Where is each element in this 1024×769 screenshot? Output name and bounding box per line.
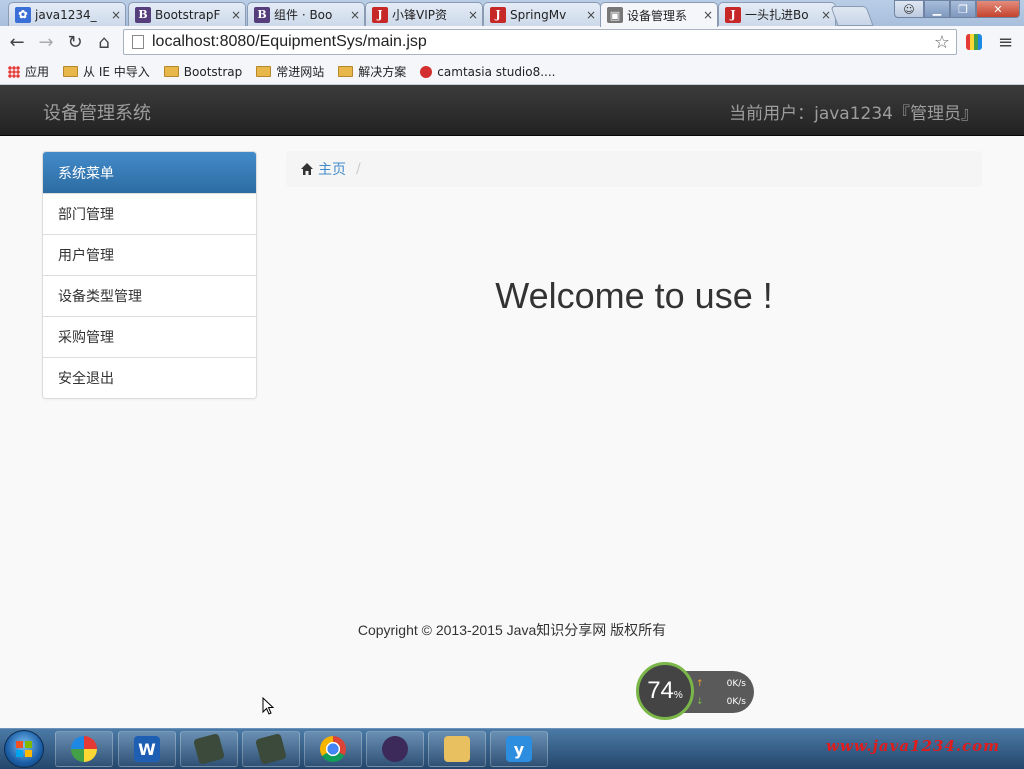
back-arrow-icon[interactable]: ←: [6, 31, 28, 53]
brand[interactable]: 设备管理系统: [43, 99, 151, 125]
breadcrumb: 主页 /: [286, 151, 982, 187]
task-word[interactable]: W: [118, 731, 176, 767]
maximize-button[interactable]: ❐: [950, 0, 976, 18]
chrome-icon: [320, 736, 346, 762]
word-icon: W: [134, 736, 160, 762]
watermark: www.java1234.com: [826, 737, 1001, 755]
page-icon: ▣: [607, 7, 623, 23]
address-bar[interactable]: ☆: [123, 29, 957, 55]
user-icon[interactable]: ☺: [894, 0, 924, 18]
tab-strip: ✿ java1234_ × B BootstrapF × B 组件 · Boo × J 小锋V…: [0, 0, 1024, 27]
minimize-button[interactable]: ▁: [924, 0, 950, 18]
apps-icon: [8, 65, 20, 78]
folder-icon: [63, 66, 79, 77]
sidebar-item-logout[interactable]: 安全退出: [43, 357, 256, 398]
tab-6[interactable]: J 一头扎进Bo ×: [718, 2, 836, 26]
start-button[interactable]: [4, 730, 44, 768]
home-icon[interactable]: ⌂: [93, 31, 115, 53]
mouse-cursor-icon: [262, 697, 274, 715]
bootstrap-icon: B: [254, 6, 270, 23]
bookmark-apps[interactable]: 应用: [8, 63, 55, 80]
breadcrumb-home[interactable]: 主页: [318, 159, 346, 179]
tab-1[interactable]: B BootstrapF ×: [128, 2, 246, 26]
tab-4[interactable]: J SpringMv ×: [483, 2, 601, 26]
star-icon[interactable]: ☆: [934, 32, 950, 53]
j-icon: J: [372, 6, 388, 23]
close-icon[interactable]: ×: [231, 8, 241, 22]
download-arrow-icon: ↓: [696, 697, 704, 707]
welcome-heading: Welcome to use !: [495, 275, 773, 316]
network-speed-widget[interactable]: 74% ↑ 0K/s ↓ 0K/s: [636, 662, 756, 720]
forward-arrow-icon[interactable]: →: [35, 31, 57, 53]
bookmark-solutions[interactable]: 解决方案: [338, 63, 412, 80]
folder-icon: [256, 66, 272, 77]
j-icon: J: [725, 6, 741, 23]
task-explorer[interactable]: [428, 731, 486, 767]
close-icon[interactable]: ×: [468, 8, 478, 22]
cpu-gauge: 74%: [636, 662, 694, 720]
bookmarks-bar: 应用 从 IE 中导入 Bootstrap 常进网站 解决方案 camtasia…: [0, 59, 1024, 85]
sidebar-item-purchasing[interactable]: 采购管理: [43, 316, 256, 357]
top-navbar: 设备管理系统 当前用户：java1234『管理员』: [0, 85, 1024, 136]
close-icon[interactable]: ×: [703, 8, 713, 22]
bookmark-camtasia[interactable]: camtasia studio8....: [420, 65, 561, 79]
app-window-icon: [255, 733, 287, 765]
pinwheel-icon: [71, 736, 97, 762]
camtasia-icon: [420, 65, 433, 78]
upload-arrow-icon: ↑: [696, 679, 704, 689]
folder-icon: [163, 66, 179, 77]
tab-5[interactable]: ▣ 设备管理系 ×: [600, 2, 718, 27]
browser-toolbar: ← → ↻ ⌂ ☆ ≡: [0, 26, 1024, 60]
sidebar-menu: 系统菜单 部门管理 用户管理 设备类型管理 采购管理 安全退出: [42, 151, 257, 399]
page-icon: [132, 35, 144, 49]
tab-3[interactable]: J 小锋VIP资 ×: [365, 2, 483, 26]
new-tab-button[interactable]: [830, 6, 874, 26]
eclipse-icon: [382, 736, 408, 762]
task-app-b[interactable]: [242, 731, 300, 767]
menu-icon[interactable]: ≡: [998, 32, 1013, 53]
page-content: 设备管理系统 当前用户：java1234『管理员』 系统菜单 部门管理 用户管理…: [0, 85, 1024, 728]
close-window-button[interactable]: ✕: [976, 0, 1020, 18]
breadcrumb-separator: /: [356, 161, 361, 177]
paw-icon: ✿: [15, 6, 31, 23]
sidebar-item-department[interactable]: 部门管理: [43, 193, 256, 234]
sidebar-item-equipment-types[interactable]: 设备类型管理: [43, 275, 256, 316]
window-controls: ☺ ▁ ❐ ✕: [894, 0, 1020, 18]
footer-copyright: Copyright © 2013-2015 Java知识分享网 版权所有: [357, 622, 667, 638]
reload-icon[interactable]: ↻: [64, 31, 86, 53]
close-icon[interactable]: ×: [821, 8, 831, 22]
sidebar-item-users[interactable]: 用户管理: [43, 234, 256, 275]
task-app-a[interactable]: [180, 731, 238, 767]
close-icon[interactable]: ×: [586, 8, 596, 22]
taskbar: W y www.java1234.com: [0, 728, 1024, 769]
app-y-icon: y: [506, 736, 532, 762]
home-icon: [301, 163, 313, 175]
folder-icon: [444, 736, 470, 762]
task-pinwheel[interactable]: [55, 731, 113, 767]
sidebar-title: 系统菜单: [43, 152, 256, 193]
folder-icon: [338, 66, 354, 77]
close-icon[interactable]: ×: [111, 8, 121, 22]
task-eclipse[interactable]: [366, 731, 424, 767]
task-yinxiang[interactable]: y: [490, 731, 548, 767]
bootstrap-icon: B: [135, 6, 151, 23]
close-icon[interactable]: ×: [350, 8, 360, 22]
windows-logo-icon: [16, 741, 32, 757]
j-icon: J: [490, 6, 506, 23]
bookmark-ie-import[interactable]: 从 IE 中导入: [63, 63, 156, 80]
task-chrome[interactable]: [304, 731, 362, 767]
app-window-icon: [193, 733, 225, 765]
address-input[interactable]: [150, 32, 934, 52]
tab-2[interactable]: B 组件 · Boo ×: [247, 2, 365, 26]
extension-icon[interactable]: [966, 34, 982, 50]
tab-0[interactable]: ✿ java1234_ ×: [8, 2, 126, 26]
bookmark-bootstrap[interactable]: Bootstrap: [163, 65, 248, 79]
bookmark-frequent-sites[interactable]: 常进网站: [256, 63, 330, 80]
current-user: 当前用户：java1234『管理员』: [729, 104, 978, 124]
